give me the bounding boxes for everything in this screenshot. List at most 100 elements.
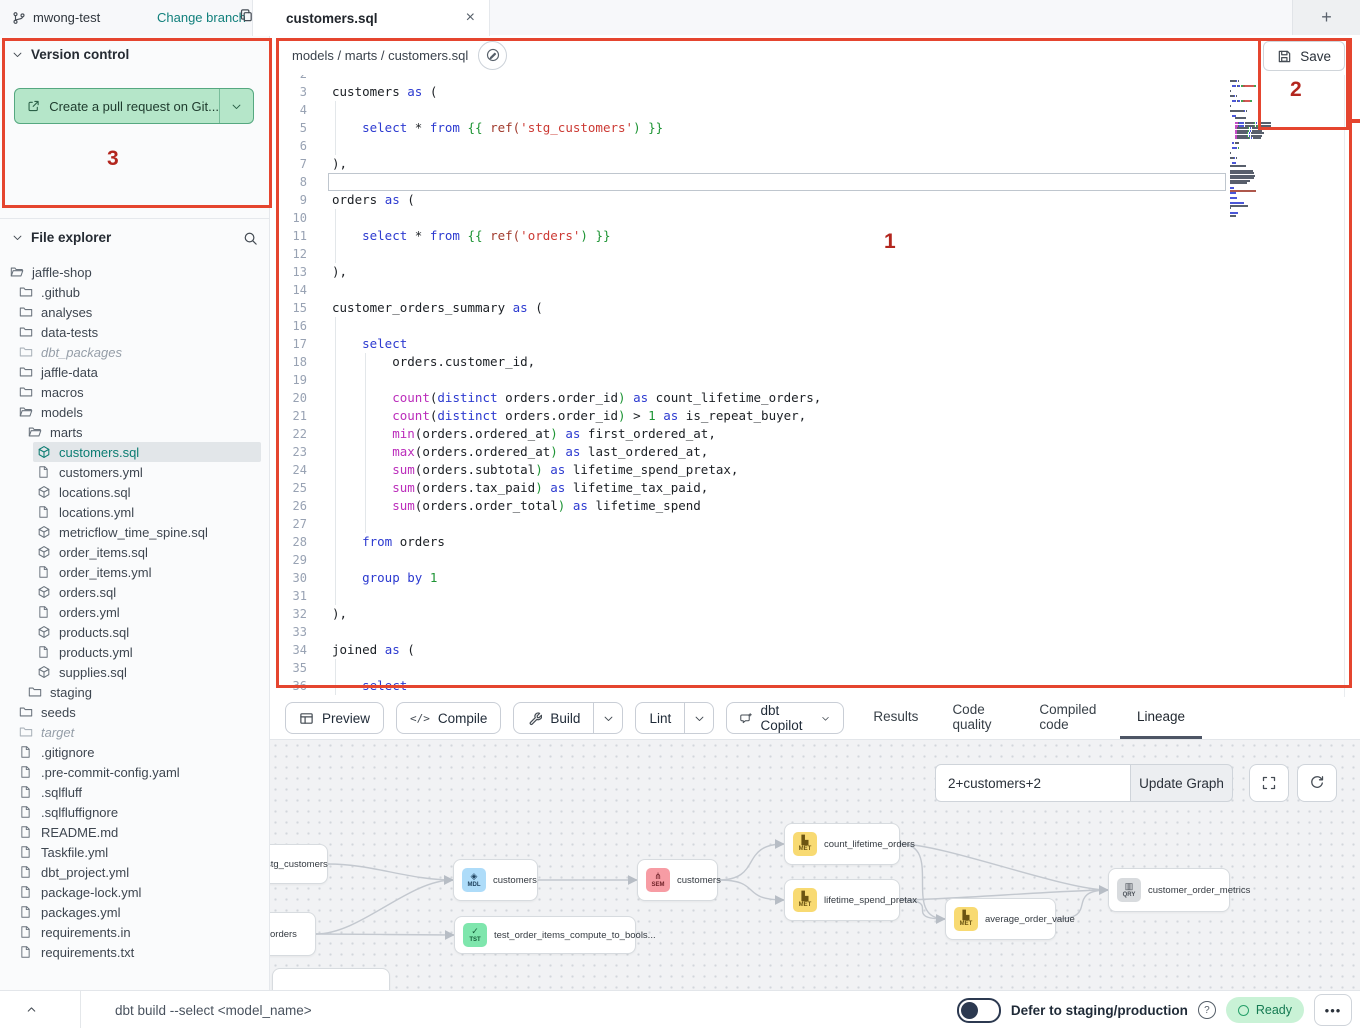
code-line-32[interactable]: 32),: [270, 605, 1230, 623]
build-button[interactable]: Build: [513, 702, 623, 734]
compile-button[interactable]: </> Compile: [396, 702, 501, 734]
lineage-node-test-order-items-compute-to-bools-[interactable]: ✓TSTtest_order_items_compute_to_bools...: [454, 916, 636, 954]
tree-item-orders-sql[interactable]: orders.sql: [0, 582, 270, 602]
code-line-3[interactable]: 3customers as (: [270, 83, 1230, 101]
tree-item-data-tests[interactable]: data-tests: [0, 322, 270, 342]
tree-item-staging[interactable]: staging: [0, 682, 270, 702]
tree-item-customers-yml[interactable]: customers.yml: [0, 462, 270, 482]
lineage-node-stg-customers[interactable]: ◈MDLstg_customers: [270, 844, 328, 884]
tree-item-order-items-sql[interactable]: order_items.sql: [0, 542, 270, 562]
chevron-up-icon[interactable]: [25, 1003, 38, 1016]
tab-close-icon[interactable]: ×: [466, 10, 475, 26]
code-line-6[interactable]: 6: [270, 137, 1230, 155]
scrollbar-track[interactable]: [1344, 75, 1345, 697]
tree-item--pre-commit-config-yaml[interactable]: .pre-commit-config.yaml: [0, 762, 270, 782]
code-line-22[interactable]: 22 min(orders.ordered_at) as first_order…: [270, 425, 1230, 443]
code-line-31[interactable]: 31: [270, 587, 1230, 605]
code-line-8[interactable]: 8: [270, 173, 1230, 191]
code-line-18[interactable]: 18 orders.customer_id,: [270, 353, 1230, 371]
code-line-17[interactable]: 17 select: [270, 335, 1230, 353]
code-line-23[interactable]: 23 max(orders.ordered_at) as last_ordere…: [270, 443, 1230, 461]
tree-item--github[interactable]: .github: [0, 282, 270, 302]
code-line-34[interactable]: 34joined as (: [270, 641, 1230, 659]
code-line-28[interactable]: 28 from orders: [270, 533, 1230, 551]
change-branch-link[interactable]: Change branch: [157, 0, 246, 35]
tree-item-locations-yml[interactable]: locations.yml: [0, 502, 270, 522]
code-line-2[interactable]: 2: [270, 75, 1230, 83]
lineage-node-customers[interactable]: ◈MDLcustomers: [453, 859, 538, 901]
code-line-11[interactable]: 11 select * from {{ ref('orders') }}: [270, 227, 1230, 245]
code-line-35[interactable]: 35: [270, 659, 1230, 677]
lineage-node-orders[interactable]: ◈MDLorders: [270, 912, 316, 956]
search-icon[interactable]: [243, 231, 258, 246]
code-line-14[interactable]: 14: [270, 281, 1230, 299]
defer-toggle[interactable]: [957, 998, 1001, 1023]
code-line-10[interactable]: 10: [270, 209, 1230, 227]
code-line-7[interactable]: 7),: [270, 155, 1230, 173]
tree-item-taskfile-yml[interactable]: Taskfile.yml: [0, 842, 270, 862]
lineage-filter-input[interactable]: [935, 764, 1131, 802]
new-tab-button[interactable]: +: [1292, 0, 1360, 35]
code-line-12[interactable]: 12: [270, 245, 1230, 263]
tree-item-target[interactable]: target: [0, 722, 270, 742]
tree-item-jaffle-shop[interactable]: jaffle-shop: [0, 262, 270, 282]
tree-item-order-items-yml[interactable]: order_items.yml: [0, 562, 270, 582]
file-explorer-header[interactable]: File explorer: [0, 218, 270, 253]
code-line-24[interactable]: 24 sum(orders.subtotal) as lifetime_spen…: [270, 461, 1230, 479]
lineage-node-lifetime-spend-pretax[interactable]: ▙METlifetime_spend_pretax: [784, 879, 900, 921]
tree-item--gitignore[interactable]: .gitignore: [0, 742, 270, 762]
cli-command-input[interactable]: dbt build --select <model_name>: [115, 991, 312, 1028]
code-line-16[interactable]: 16: [270, 317, 1230, 335]
code-line-19[interactable]: 19: [270, 371, 1230, 389]
code-line-29[interactable]: 29: [270, 551, 1230, 569]
create-pull-request-button[interactable]: Create a pull request on Git...: [14, 88, 254, 124]
tree-item-models[interactable]: models: [0, 402, 270, 422]
tab-lineage[interactable]: Lineage: [1120, 697, 1202, 739]
minimap[interactable]: [1230, 77, 1322, 217]
preview-button[interactable]: Preview: [285, 702, 384, 734]
lineage-node-customers[interactable]: ⋔SEMcustomers: [637, 859, 718, 901]
tab-compiled-code[interactable]: Compiled code: [1022, 697, 1120, 739]
build-dropdown-caret[interactable]: [593, 703, 622, 733]
tree-item-marts[interactable]: marts: [0, 422, 270, 442]
tree-item-dbt-project-yml[interactable]: dbt_project.yml: [0, 862, 270, 882]
code-line-4[interactable]: 4: [270, 101, 1230, 119]
tree-item-seeds[interactable]: seeds: [0, 702, 270, 722]
code-line-25[interactable]: 25 sum(orders.tax_paid) as lifetime_tax_…: [270, 479, 1230, 497]
lint-dropdown-caret[interactable]: [684, 703, 713, 733]
tree-item-locations-sql[interactable]: locations.sql: [0, 482, 270, 502]
lineage-node-count-lifetime-orders[interactable]: ▙METcount_lifetime_orders: [784, 823, 900, 865]
code-line-26[interactable]: 26 sum(orders.order_total) as lifetime_s…: [270, 497, 1230, 515]
update-graph-button[interactable]: Update Graph: [1131, 764, 1233, 802]
lineage-node-customer-order-metrics[interactable]: ▥QRYcustomer_order_metrics: [1108, 868, 1230, 912]
tree-item-products-sql[interactable]: products.sql: [0, 622, 270, 642]
editor-tab-customers-sql[interactable]: customers.sql ×: [252, 0, 490, 36]
pull-request-dropdown-caret[interactable]: [219, 89, 253, 123]
dbt-copilot-button[interactable]: dbt Copilot: [726, 702, 844, 734]
tab-results[interactable]: Results: [856, 697, 935, 739]
code-editor[interactable]: 23customers as (45 select * from {{ ref(…: [270, 75, 1360, 697]
tree-item-metricflow-time-spine-sql[interactable]: metricflow_time_spine.sql: [0, 522, 270, 542]
code-line-15[interactable]: 15customer_orders_summary as (: [270, 299, 1230, 317]
tree-item-orders-yml[interactable]: orders.yml: [0, 602, 270, 622]
fullscreen-button[interactable]: [1249, 764, 1289, 802]
copilot-edit-icon[interactable]: [478, 41, 507, 70]
tree-item-customers-sql[interactable]: customers.sql: [0, 442, 270, 462]
tree-item-readme-md[interactable]: README.md: [0, 822, 270, 842]
save-button[interactable]: Save: [1263, 41, 1345, 71]
tree-item-products-yml[interactable]: products.yml: [0, 642, 270, 662]
lineage-node-partial[interactable]: [272, 968, 390, 990]
tree-item-package-lock-yml[interactable]: package-lock.yml: [0, 882, 270, 902]
help-icon[interactable]: ?: [1198, 1001, 1216, 1019]
code-line-20[interactable]: 20 count(distinct orders.order_id) as co…: [270, 389, 1230, 407]
code-line-21[interactable]: 21 count(distinct orders.order_id) > 1 a…: [270, 407, 1230, 425]
tree-item-requirements-txt[interactable]: requirements.txt: [0, 942, 270, 962]
tree-item--sqlfluffignore[interactable]: .sqlfluffignore: [0, 802, 270, 822]
code-line-33[interactable]: 33: [270, 623, 1230, 641]
tree-item-macros[interactable]: macros: [0, 382, 270, 402]
tab-code-quality[interactable]: Code quality: [935, 697, 1022, 739]
refresh-button[interactable]: [1297, 764, 1337, 802]
tree-item--sqlfluff[interactable]: .sqlfluff: [0, 782, 270, 802]
version-control-header[interactable]: Version control: [0, 35, 269, 70]
code-line-27[interactable]: 27: [270, 515, 1230, 533]
